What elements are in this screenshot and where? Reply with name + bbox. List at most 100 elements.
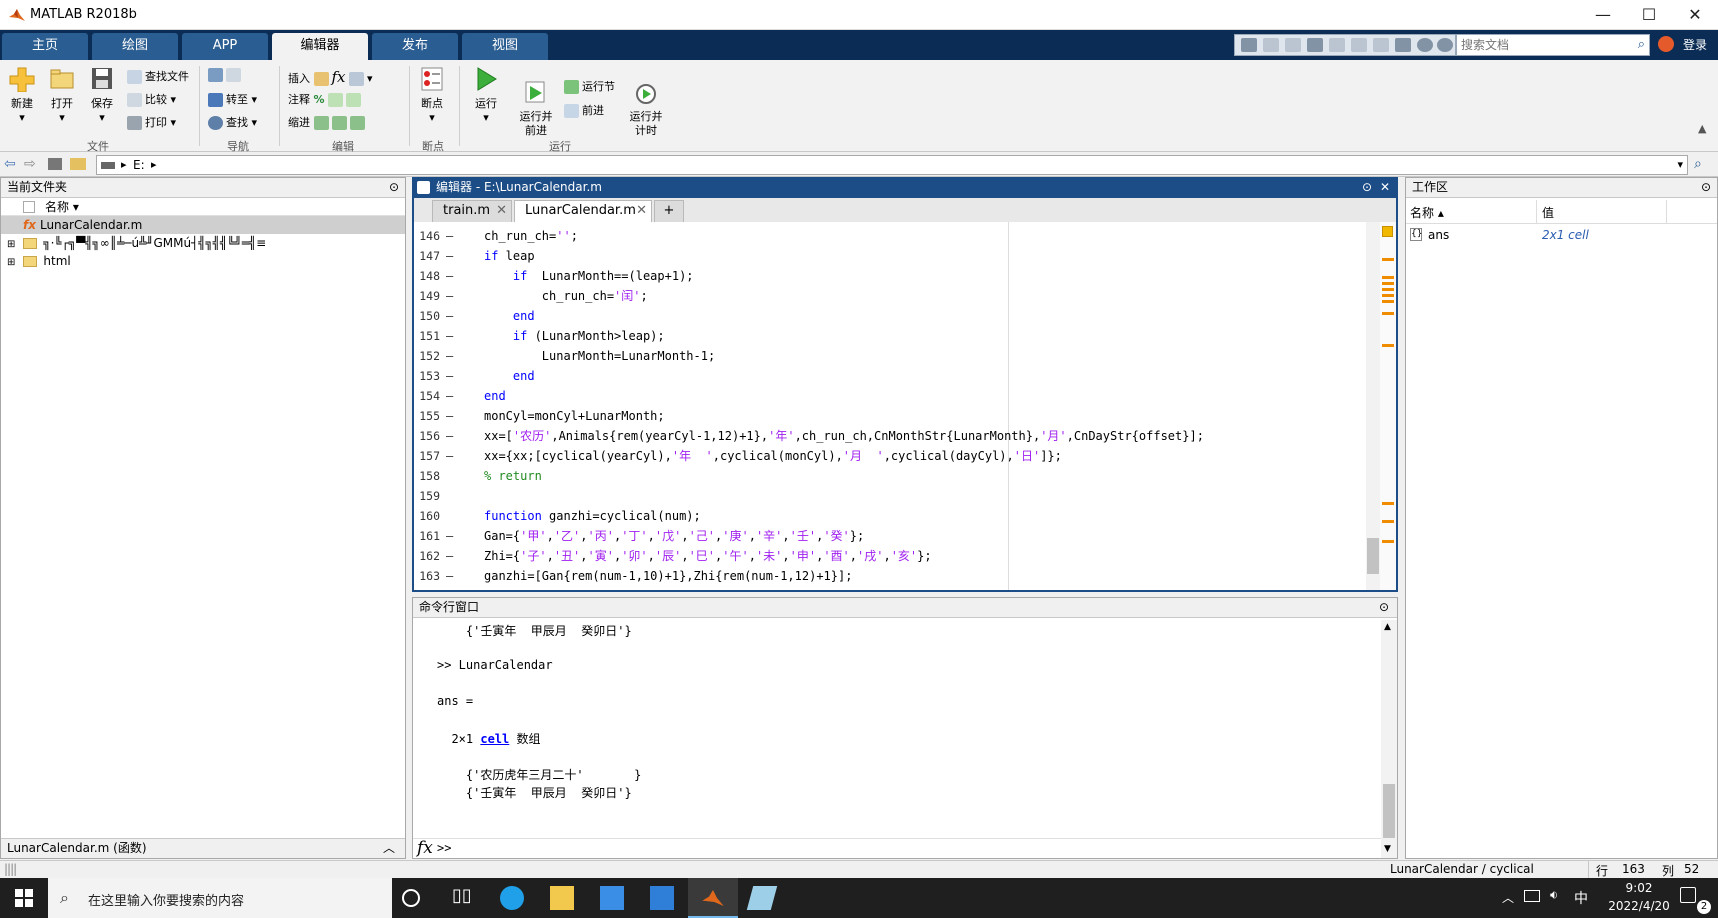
details-bar[interactable]: LunarCalendar.m (函数) ︿	[1, 838, 405, 858]
login-link[interactable]: 登录	[1683, 36, 1707, 53]
close-tab-icon[interactable]: ✕	[496, 201, 507, 221]
code-analyzer-bar[interactable]	[1380, 222, 1396, 590]
help-icon[interactable]	[1417, 38, 1433, 52]
command-output[interactable]: {'壬寅年 甲辰月 癸卯日'} >> LunarCalendar ans = 2×1…	[437, 622, 1377, 832]
matlab-taskbar-button[interactable]	[688, 878, 738, 918]
run-button[interactable]: 运行 ▾	[466, 66, 506, 124]
run-section-button[interactable]: 运行节	[564, 78, 615, 94]
file-explorer-icon[interactable]	[550, 886, 574, 910]
editor-menu-icon[interactable]: ⊙	[1362, 177, 1372, 198]
line-number[interactable]: 146	[414, 226, 440, 246]
breakpoint-marker[interactable]: –	[446, 266, 453, 286]
line-number[interactable]: 163	[414, 566, 440, 586]
edge-icon[interactable]	[500, 886, 524, 910]
list-item[interactable]: fx LunarCalendar.m	[1, 216, 405, 234]
panel-menu-icon[interactable]: ⊙	[1379, 598, 1389, 617]
switch-windows-icon[interactable]	[1373, 38, 1389, 52]
breakpoint-marker[interactable]: –	[446, 326, 453, 346]
open-button[interactable]: 打开 ▾	[44, 66, 80, 124]
cortana-icon[interactable]	[402, 889, 420, 907]
browse-folder-icon[interactable]	[70, 158, 86, 170]
volume-icon[interactable]: 🔉︎	[1550, 888, 1558, 903]
code-editor[interactable]: 146– ch_run_ch=''; 147– if leap 148– if Luna…	[412, 222, 1398, 592]
list-item[interactable]: ⊞ html	[1, 252, 405, 270]
line-number[interactable]: 158	[414, 466, 440, 486]
line-number[interactable]: 156	[414, 426, 440, 446]
vertical-scrollbar[interactable]: ▲ ▼	[1381, 620, 1397, 858]
collapse-toolstrip-icon[interactable]: ▲	[1698, 122, 1706, 135]
chevron-down-icon[interactable]: ▾	[1677, 158, 1683, 171]
tab-publish[interactable]: 发布	[372, 33, 458, 60]
table-row[interactable]: {} ans 2x1 cell	[1406, 226, 1717, 244]
breakpoint-marker[interactable]: –	[446, 226, 453, 246]
breakpoint-marker[interactable]: –	[446, 346, 453, 366]
breakpoint-marker[interactable]: –	[446, 386, 453, 406]
breakpoint-marker[interactable]: –	[446, 426, 453, 446]
line-number[interactable]: 154	[414, 386, 440, 406]
fx-icon[interactable]: fx	[332, 68, 346, 86]
line-number[interactable]: 159	[414, 486, 440, 506]
panel-menu-icon[interactable]: ⊙	[1701, 178, 1711, 197]
tray-expand-icon[interactable]: ︿	[1502, 889, 1514, 906]
redo-icon[interactable]	[1351, 38, 1367, 52]
mail-icon[interactable]	[650, 886, 674, 910]
save-icon[interactable]	[1241, 38, 1257, 52]
line-number[interactable]: 161	[414, 526, 440, 546]
command-input[interactable]	[459, 839, 1359, 857]
minimize-button[interactable]: —	[1580, 0, 1626, 30]
line-number[interactable]: 160	[414, 506, 440, 526]
breakpoint-marker[interactable]: –	[446, 546, 453, 566]
search-input[interactable]	[1457, 35, 1627, 55]
notepad-icon[interactable]	[746, 886, 778, 910]
line-number[interactable]: 153	[414, 366, 440, 386]
breakpoint-marker[interactable]: –	[446, 566, 453, 586]
maximize-button[interactable]: ☐	[1626, 0, 1672, 30]
wrap-comment-icon[interactable]	[346, 93, 362, 107]
tab-train[interactable]: train.m ✕	[432, 200, 512, 222]
network-icon[interactable]	[1524, 890, 1540, 902]
insert-button[interactable]: 插入 fx ▾	[288, 68, 373, 86]
cut-icon[interactable]	[1263, 38, 1279, 52]
task-view-icon[interactable]: ▯▯	[452, 885, 476, 909]
line-number[interactable]: 155	[414, 406, 440, 426]
ime-indicator[interactable]: 中	[1574, 888, 1588, 908]
line-number[interactable]: 157	[414, 446, 440, 466]
expand-icon[interactable]: ⊞	[7, 239, 15, 250]
indent-button[interactable]: 缩进	[288, 114, 368, 130]
forward-arrow-icon[interactable]	[226, 68, 241, 82]
line-number[interactable]: 150	[414, 306, 440, 326]
goto-button[interactable]: 转至 ▾	[208, 91, 257, 107]
path-segment[interactable]: E:	[133, 158, 145, 172]
line-number[interactable]: 147	[414, 246, 440, 266]
store-icon[interactable]	[600, 886, 624, 910]
function-icon[interactable]	[349, 72, 365, 86]
list-item[interactable]: ⊞ ╗·╚┌╗▀╣╗∞║╧─ú╩╜GMMú┤╣╗╣╣╚╝═╣≡	[1, 234, 405, 252]
compare-button[interactable]: 比较 ▾	[127, 91, 176, 107]
copy-icon[interactable]	[1285, 38, 1301, 52]
chevron-up-icon[interactable]: ︿	[383, 839, 395, 858]
forward-icon[interactable]: ⇨	[24, 156, 36, 172]
fx-icon[interactable]: fx	[417, 838, 433, 858]
back-arrow-icon[interactable]	[208, 68, 223, 82]
comment-button[interactable]: 注释 %	[288, 91, 364, 107]
clock-time[interactable]: 9:02	[1614, 881, 1664, 895]
uncomment-icon[interactable]	[328, 93, 344, 107]
layout-icon[interactable]	[1395, 38, 1411, 52]
notification-center-icon[interactable]	[1680, 887, 1696, 903]
tab-lunarcalendar[interactable]: LunarCalendar.m ✕	[514, 200, 652, 222]
column-header-value[interactable]: 值	[1542, 204, 1554, 221]
up-folder-icon[interactable]	[48, 158, 62, 170]
path-field[interactable]: ▸ E: ▸ ▾	[96, 155, 1688, 175]
breakpoint-marker[interactable]: –	[446, 306, 453, 326]
expand-icon[interactable]: ⊞	[7, 257, 15, 268]
line-number[interactable]: 148	[414, 266, 440, 286]
back-forward-buttons[interactable]	[208, 68, 244, 82]
warning-indicator-icon[interactable]	[1382, 226, 1393, 237]
breakpoint-marker[interactable]: –	[446, 366, 453, 386]
close-editor-icon[interactable]: ✕	[1380, 177, 1390, 198]
column-header-name[interactable]: 名称 ▴	[1410, 204, 1444, 221]
line-number[interactable]: 151	[414, 326, 440, 346]
vertical-scrollbar[interactable]	[1366, 222, 1380, 590]
notification-bell-icon[interactable]	[1658, 36, 1674, 52]
close-tab-icon[interactable]: ✕	[636, 201, 647, 221]
